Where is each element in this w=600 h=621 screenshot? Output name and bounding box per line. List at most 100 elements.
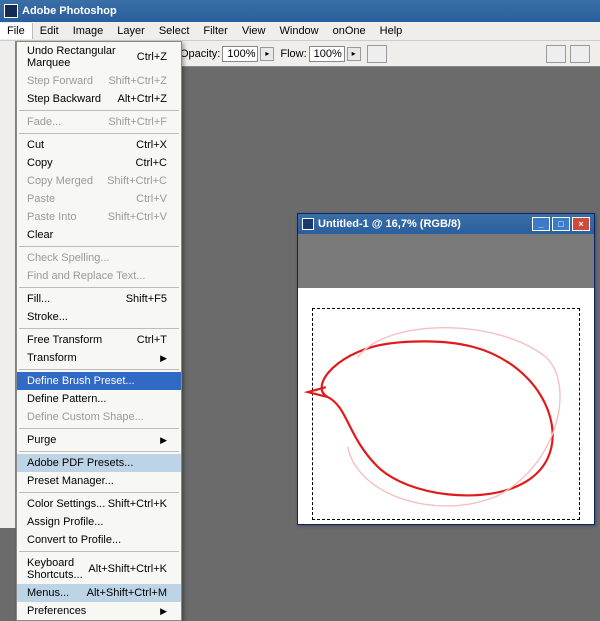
menu-file[interactable]: File [0,23,33,39]
flow-field[interactable]: 100% [309,46,345,62]
menu-item-purge[interactable]: Purge ▶ [17,431,181,449]
menu-separator [19,110,179,111]
opacity-group: Opacity: 100% ▸ [180,46,274,62]
menu-item-shortcut: Shift+Ctrl+Z [108,75,167,87]
close-button[interactable]: × [572,217,590,231]
maximize-button[interactable]: □ [552,217,570,231]
menu-item-shortcut: Alt+Shift+Ctrl+M [87,587,167,599]
menu-item-label: Paste Into [27,211,77,223]
menu-item-label: Undo Rectangular Marquee [27,45,137,69]
edit-dropdown: Undo Rectangular MarqueeCtrl+Z Step Forwa… [16,41,182,621]
menu-item-label: Check Spelling... [27,252,110,264]
menu-item-define-custom-shape: Define Custom Shape... [17,408,181,426]
airbrush-icon[interactable] [367,45,387,63]
menu-item-shortcut: Alt+Shift+Ctrl+K [88,563,167,575]
opacity-field[interactable]: 100% [222,46,258,62]
menu-item-label: Preferences [27,605,86,617]
submenu-arrow-icon: ▶ [160,353,167,364]
menu-item-label: Copy [27,157,53,169]
menu-item-define-pattern[interactable]: Define Pattern... [17,390,181,408]
menu-item-label: Cut [27,139,44,151]
menu-item-copy-merged: Copy MergedShift+Ctrl+C [17,172,181,190]
menu-select[interactable]: Select [152,23,197,39]
workspace-icon[interactable] [570,45,590,63]
menu-item-menus[interactable]: Menus... Alt+Shift+Ctrl+M [17,584,181,602]
minimize-button[interactable]: _ [532,217,550,231]
document-canvas[interactable] [298,234,594,524]
menu-layer[interactable]: Layer [110,23,152,39]
options-right [546,45,600,63]
menu-item-shortcut: Alt+Ctrl+Z [117,93,167,105]
menu-item-label: Fade... [27,116,61,128]
menu-item-shortcut: Ctrl+T [137,334,167,346]
menu-item-shortcut: Shift+Ctrl+K [108,498,167,510]
menu-item-shortcut: Shift+Ctrl+C [107,175,167,187]
menu-separator [19,287,179,288]
menu-item-clear[interactable]: Clear [17,226,181,244]
left-ruler [0,41,16,528]
menu-filter[interactable]: Filter [196,23,234,39]
menu-item-label: Preset Manager... [27,475,114,487]
menu-image[interactable]: Image [66,23,111,39]
window-controls: _ □ × [532,217,590,231]
menu-item-check-spelling: Check Spelling... [17,249,181,267]
menu-item-adobe-pdf-presets[interactable]: Adobe PDF Presets... [17,454,181,472]
menu-item-label: Step Forward [27,75,93,87]
menu-item-shortcut: Shift+Ctrl+V [108,211,167,223]
menu-item-label: Step Backward [27,93,101,105]
submenu-arrow-icon: ▶ [160,435,167,446]
menu-item-label: Fill... [27,293,50,305]
submenu-arrow-icon: ▶ [160,606,167,617]
menu-separator [19,428,179,429]
flow-dropdown-icon[interactable]: ▸ [347,47,361,61]
menu-item-label: Adobe PDF Presets... [27,457,133,469]
menu-window[interactable]: Window [273,23,326,39]
document-title: Untitled-1 @ 16,7% (RGB/8) [318,218,461,230]
flow-group: Flow: 100% ▸ [280,46,360,62]
menu-item-copy[interactable]: Copy Ctrl+C [17,154,181,172]
menu-item-step-backward[interactable]: Step Backward Alt+Ctrl+Z [17,90,181,108]
menu-item-paste: PasteCtrl+V [17,190,181,208]
menu-edit[interactable]: Edit [33,23,66,39]
menubar: File Edit Image Layer Select Filter View… [0,22,600,41]
menu-item-shortcut: Ctrl+X [136,139,167,151]
app-title: Adobe Photoshop [22,5,117,17]
menu-item-keyboard-shortcuts[interactable]: Keyboard Shortcuts...Alt+Shift+Ctrl+K [17,554,181,584]
menu-item-label: Convert to Profile... [27,534,121,546]
menu-item-free-transform[interactable]: Free TransformCtrl+T [17,331,181,349]
menu-item-label: Transform [27,352,77,364]
menu-separator [19,551,179,552]
menu-separator [19,133,179,134]
menu-item-define-brush-preset[interactable]: Define Brush Preset... [17,372,181,390]
menu-item-stroke[interactable]: Stroke... [17,308,181,326]
menu-onone[interactable]: onOne [326,23,373,39]
menu-item-assign-profile[interactable]: Assign Profile... [17,513,181,531]
menu-item-label: Define Custom Shape... [27,411,144,423]
menu-item-label: Define Pattern... [27,393,107,405]
menu-item-undo-rectangular-marquee[interactable]: Undo Rectangular MarqueeCtrl+Z [17,42,181,72]
menu-item-preset-manager[interactable]: Preset Manager... [17,472,181,490]
menu-separator [19,246,179,247]
document-icon [302,218,314,230]
menu-item-label: Menus... [27,587,69,599]
menu-item-transform[interactable]: Transform ▶ [17,349,181,367]
menu-item-color-settings[interactable]: Color Settings...Shift+Ctrl+K [17,495,181,513]
menu-item-shortcut: Ctrl+V [136,193,167,205]
palette-toggle-icon[interactable] [546,45,566,63]
document-titlebar[interactable]: Untitled-1 @ 16,7% (RGB/8) _ □ × [298,214,594,234]
opacity-dropdown-icon[interactable]: ▸ [260,47,274,61]
document-window[interactable]: Untitled-1 @ 16,7% (RGB/8) _ □ × [297,213,595,525]
menu-item-shortcut: Ctrl+C [136,157,167,169]
menu-item-preferences[interactable]: Preferences ▶ [17,602,181,620]
menu-view[interactable]: View [235,23,273,39]
menu-item-fill[interactable]: Fill...Shift+F5 [17,290,181,308]
canvas-gray-area [298,234,594,288]
menu-item-convert-to-profile[interactable]: Convert to Profile... [17,531,181,549]
menu-item-cut[interactable]: Cut Ctrl+X [17,136,181,154]
menu-help[interactable]: Help [373,23,410,39]
menu-item-label: Stroke... [27,311,68,323]
menu-separator [19,451,179,452]
brush-strokes [298,288,594,524]
menu-item-label: Purge [27,434,56,446]
menu-item-label: Assign Profile... [27,516,103,528]
